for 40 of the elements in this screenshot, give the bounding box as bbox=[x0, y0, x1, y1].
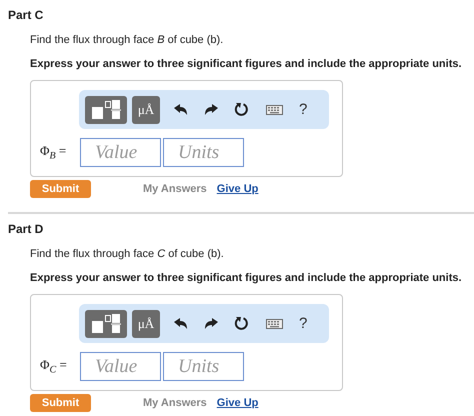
undo-icon bbox=[174, 104, 188, 116]
templates-icon bbox=[91, 314, 121, 334]
question-text: Find the flux through face B of cube (b). bbox=[30, 33, 224, 47]
redo-icon bbox=[204, 104, 218, 116]
help-button[interactable]: ? bbox=[299, 315, 308, 332]
instruction-text: Express your answer to three significant figures and include the appropriate units. bbox=[30, 271, 462, 285]
redo-button[interactable] bbox=[204, 318, 218, 330]
value-field[interactable]: Value bbox=[80, 138, 161, 167]
part-title: Part D bbox=[8, 222, 44, 236]
part-title: Part C bbox=[8, 8, 44, 22]
answer-label: Φ$_{C}$ = bbox=[40, 357, 68, 376]
undo-button[interactable] bbox=[174, 318, 188, 330]
my-answers-link[interactable]: My Answers bbox=[143, 183, 207, 195]
answer-label: Φ$_{B}$ = bbox=[40, 143, 68, 162]
give-up-link[interactable]: Give Up bbox=[216, 397, 258, 409]
help-button[interactable]: ? bbox=[299, 101, 308, 118]
question-text: Find the flux through face C of cube (b). bbox=[30, 247, 224, 261]
units-button[interactable]: μÅ bbox=[132, 96, 160, 124]
units-button[interactable]: μÅ bbox=[132, 310, 160, 338]
give-up-link[interactable]: Give Up bbox=[216, 183, 258, 195]
redo-button[interactable] bbox=[204, 104, 218, 116]
value-field[interactable]: Value bbox=[80, 352, 161, 381]
templates-button[interactable] bbox=[85, 96, 127, 124]
keyboard-button[interactable] bbox=[266, 318, 283, 328]
my-answers-link[interactable]: My Answers bbox=[143, 397, 207, 409]
reset-icon bbox=[234, 316, 249, 331]
keyboard-icon bbox=[266, 318, 283, 328]
units-field[interactable]: Units bbox=[163, 352, 244, 381]
reset-button[interactable] bbox=[234, 316, 249, 331]
redo-icon bbox=[204, 318, 218, 330]
templates-button[interactable] bbox=[85, 310, 127, 338]
reset-icon bbox=[234, 102, 249, 117]
undo-icon bbox=[174, 318, 188, 330]
instruction-text: Express your answer to three significant figures and include the appropriate units. bbox=[30, 57, 462, 71]
keyboard-icon bbox=[266, 104, 283, 114]
templates-icon bbox=[91, 100, 121, 120]
keyboard-button[interactable] bbox=[266, 104, 283, 114]
undo-button[interactable] bbox=[174, 104, 188, 116]
reset-button[interactable] bbox=[234, 102, 249, 117]
units-field[interactable]: Units bbox=[163, 138, 244, 167]
